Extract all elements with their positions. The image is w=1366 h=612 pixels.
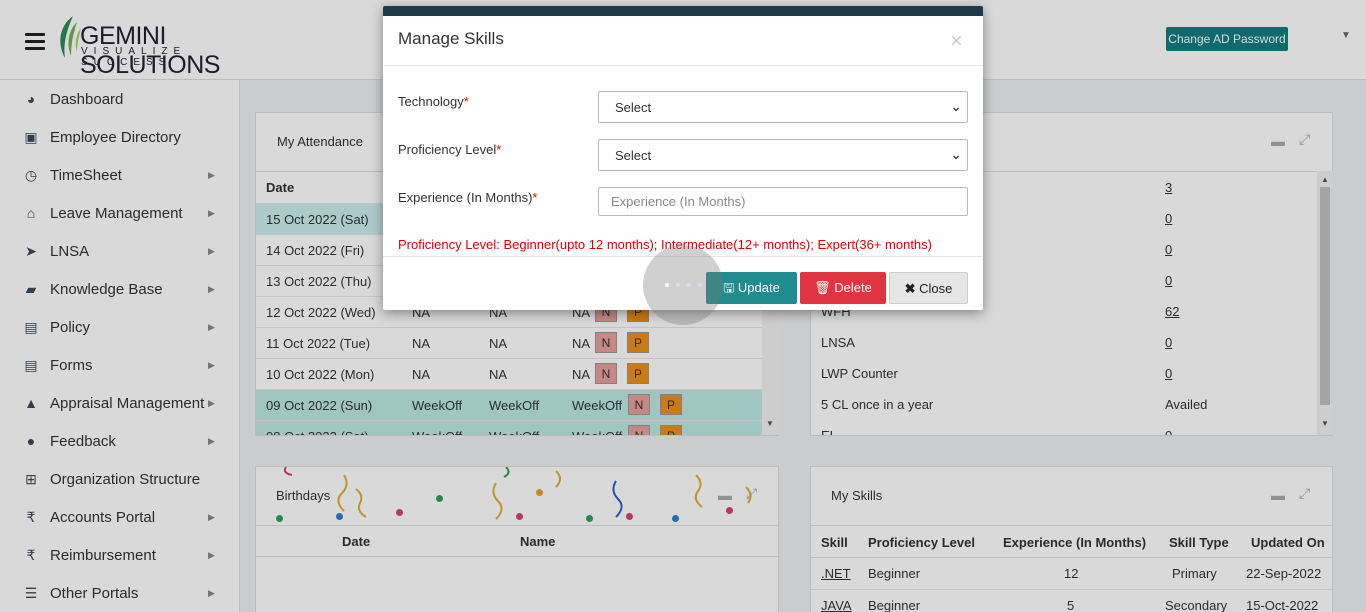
technology-label: Technology* [398,94,469,109]
experience-label: Experience (In Months)* [398,190,538,205]
chevron-down-icon: ⌄ [950,146,962,162]
close-icon[interactable]: × [950,28,963,54]
loading-spinner [643,245,723,325]
delete-button[interactable]: 🗑 Delete [800,272,886,304]
trash-icon: 🗑 [814,280,835,295]
chevron-down-icon: ⌄ [950,98,962,114]
experience-input[interactable]: Experience (In Months) [598,187,968,216]
save-icon: 🖫 [723,280,738,295]
technology-select[interactable]: Select ⌄ [598,91,968,123]
proficiency-level-label: Proficiency Level* [398,142,502,157]
close-x-icon: ✖ [904,281,920,296]
close-button[interactable]: ✖ Close [889,272,968,304]
proficiency-level-select[interactable]: Select ⌄ [598,139,968,171]
modal-title: Manage Skills [398,29,504,48]
